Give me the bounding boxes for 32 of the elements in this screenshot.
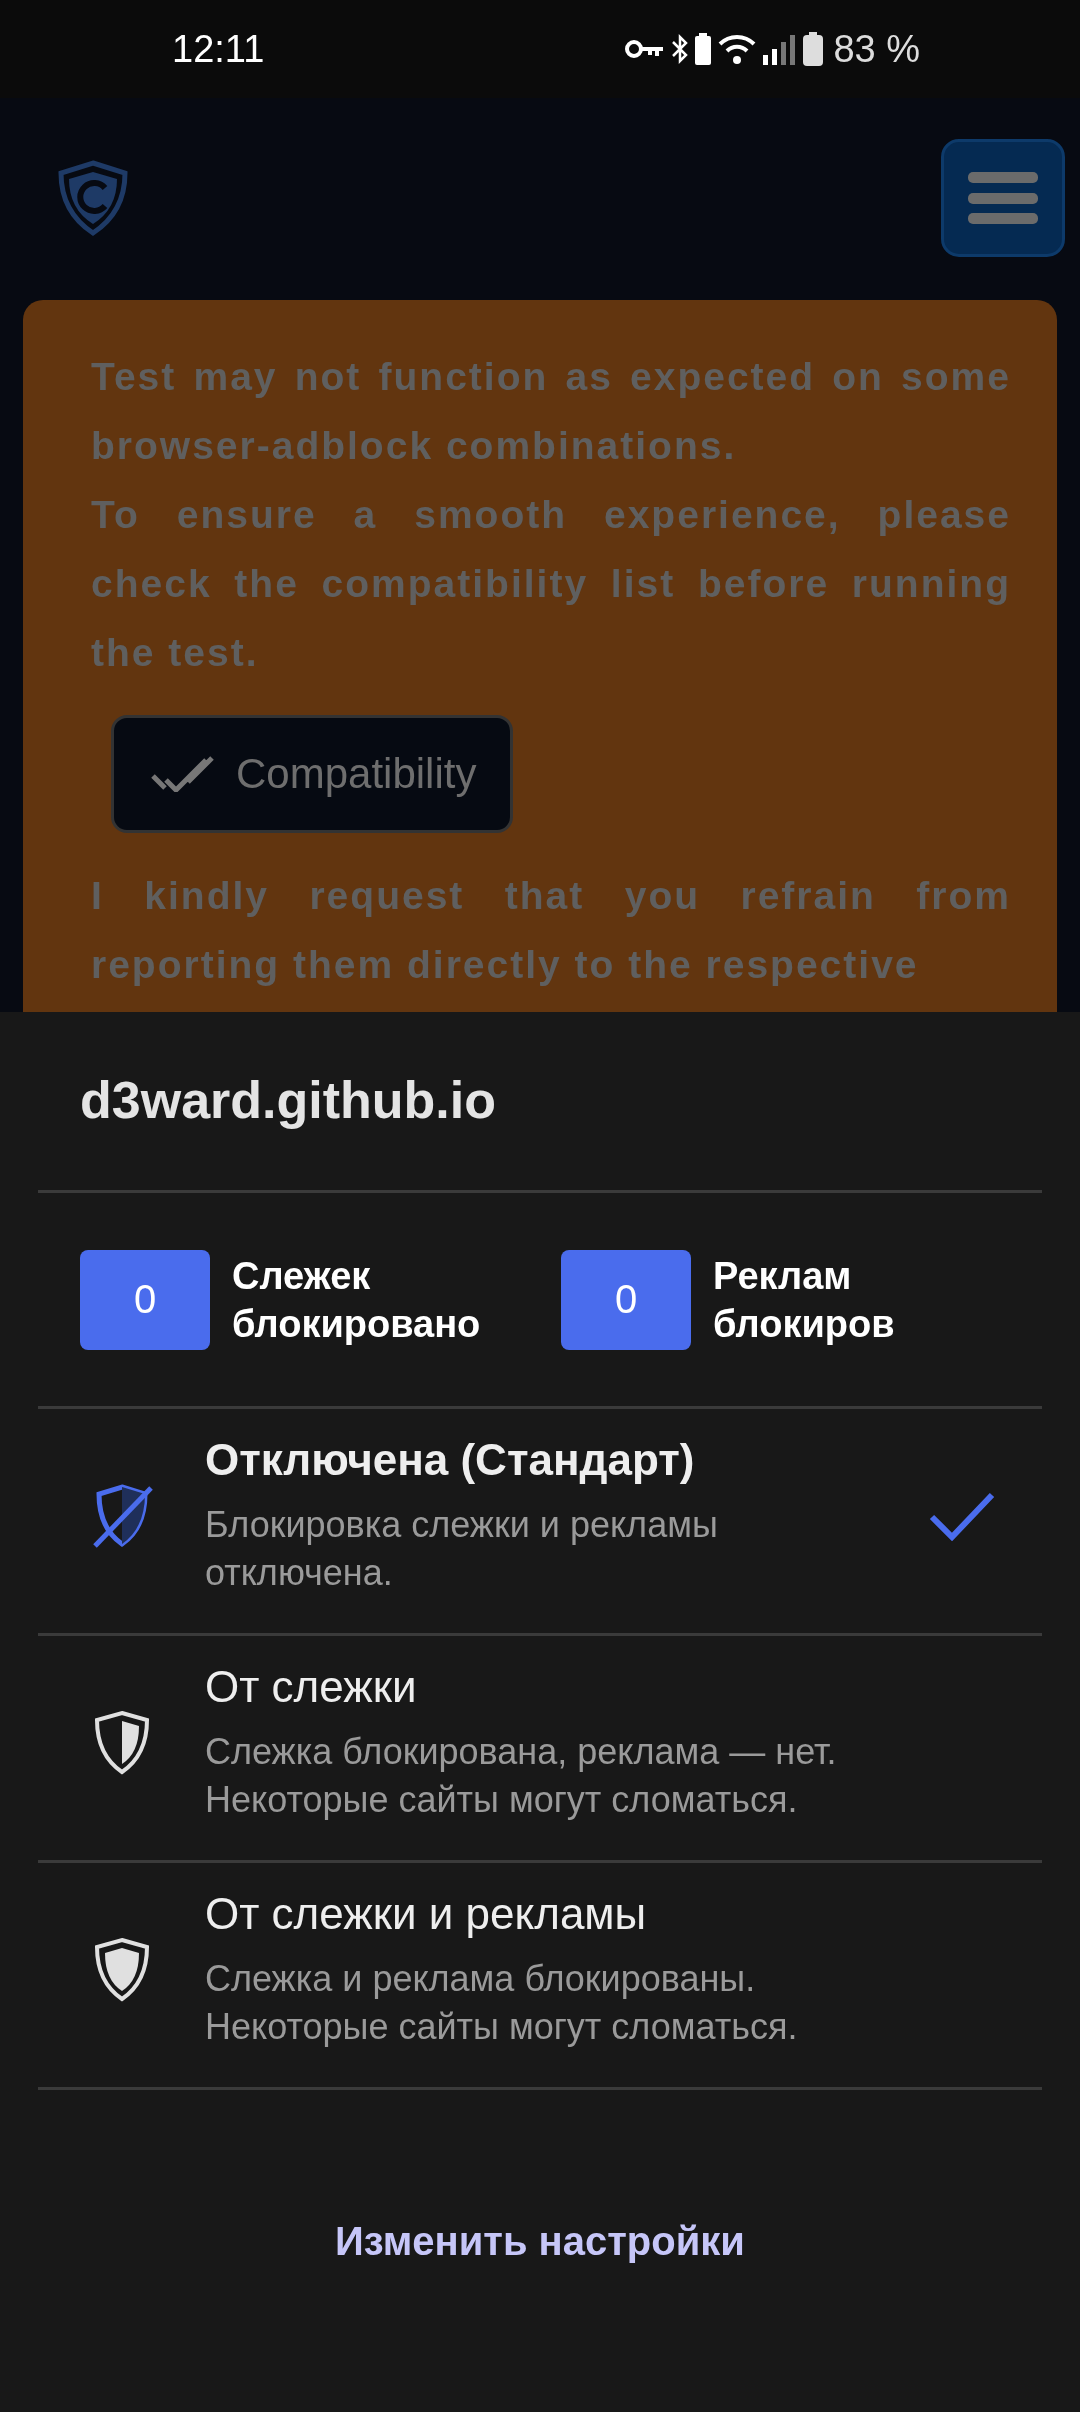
notice-text: Test may not function as expected on some browser-adblock combinations. xyxy=(91,354,1011,469)
change-settings-button[interactable]: Изменить настройки xyxy=(315,2208,765,2274)
option-title: От слежки xyxy=(205,1662,418,1712)
protection-option[interactable]: Отключена (Стандарт) Блокировка слежки и рекламы отключена. xyxy=(38,1409,1042,1636)
wifi-icon xyxy=(717,33,758,65)
option-title: От слежки и рекламы xyxy=(205,1889,648,1939)
option-description: Блокировка слежки и рекламы отключена. xyxy=(205,1503,719,1595)
status-time: 12:11 xyxy=(172,27,265,71)
count-badge: 0 xyxy=(80,1249,210,1350)
option-description: Слежка и реклама блокированы. Некоторые сайты могут сломаться. xyxy=(205,1957,799,2049)
stat-label: Реклам блокиров xyxy=(713,1253,896,1347)
menu-button[interactable] xyxy=(941,139,1065,257)
shield-slash-icon xyxy=(90,1482,153,1550)
count-badge: 0 xyxy=(561,1249,691,1350)
notice-text: To ensure a smooth experience, please check the compatibility list before running the test. xyxy=(91,492,1011,676)
protection-option[interactable]: От слежки Слежка блокирована, реклама — нет. Некоторые сайты могут сломаться. xyxy=(38,1636,1042,1863)
shield-logo-icon xyxy=(57,160,129,236)
notice-text: I kindly request that you refrain from reporting them directly to the respective xyxy=(91,873,1011,988)
signal-icon xyxy=(763,33,798,65)
protection-option[interactable]: От слежки и рекламы Слежка и реклама блокированы. Некоторые сайты могут сломаться. xyxy=(38,1863,1042,2090)
checkmark-icon xyxy=(929,1491,995,1541)
option-description: Слежка блокирована, реклама — нет. Некоторые сайты могут сломаться. xyxy=(205,1730,838,1822)
key-icon xyxy=(625,37,666,61)
option-title: Отключена (Стандарт) xyxy=(205,1435,696,1485)
site-title: d3ward.github.io xyxy=(38,1012,1042,1193)
compatibility-button[interactable]: Compatibility xyxy=(111,715,514,833)
stat-label: Слежек блокировано xyxy=(232,1253,482,1347)
battery-small-icon xyxy=(695,33,712,65)
double-check-icon xyxy=(150,756,216,792)
battery-percent: 83 % xyxy=(833,27,920,71)
battery-icon xyxy=(803,32,824,66)
bluetooth-icon xyxy=(671,33,690,65)
